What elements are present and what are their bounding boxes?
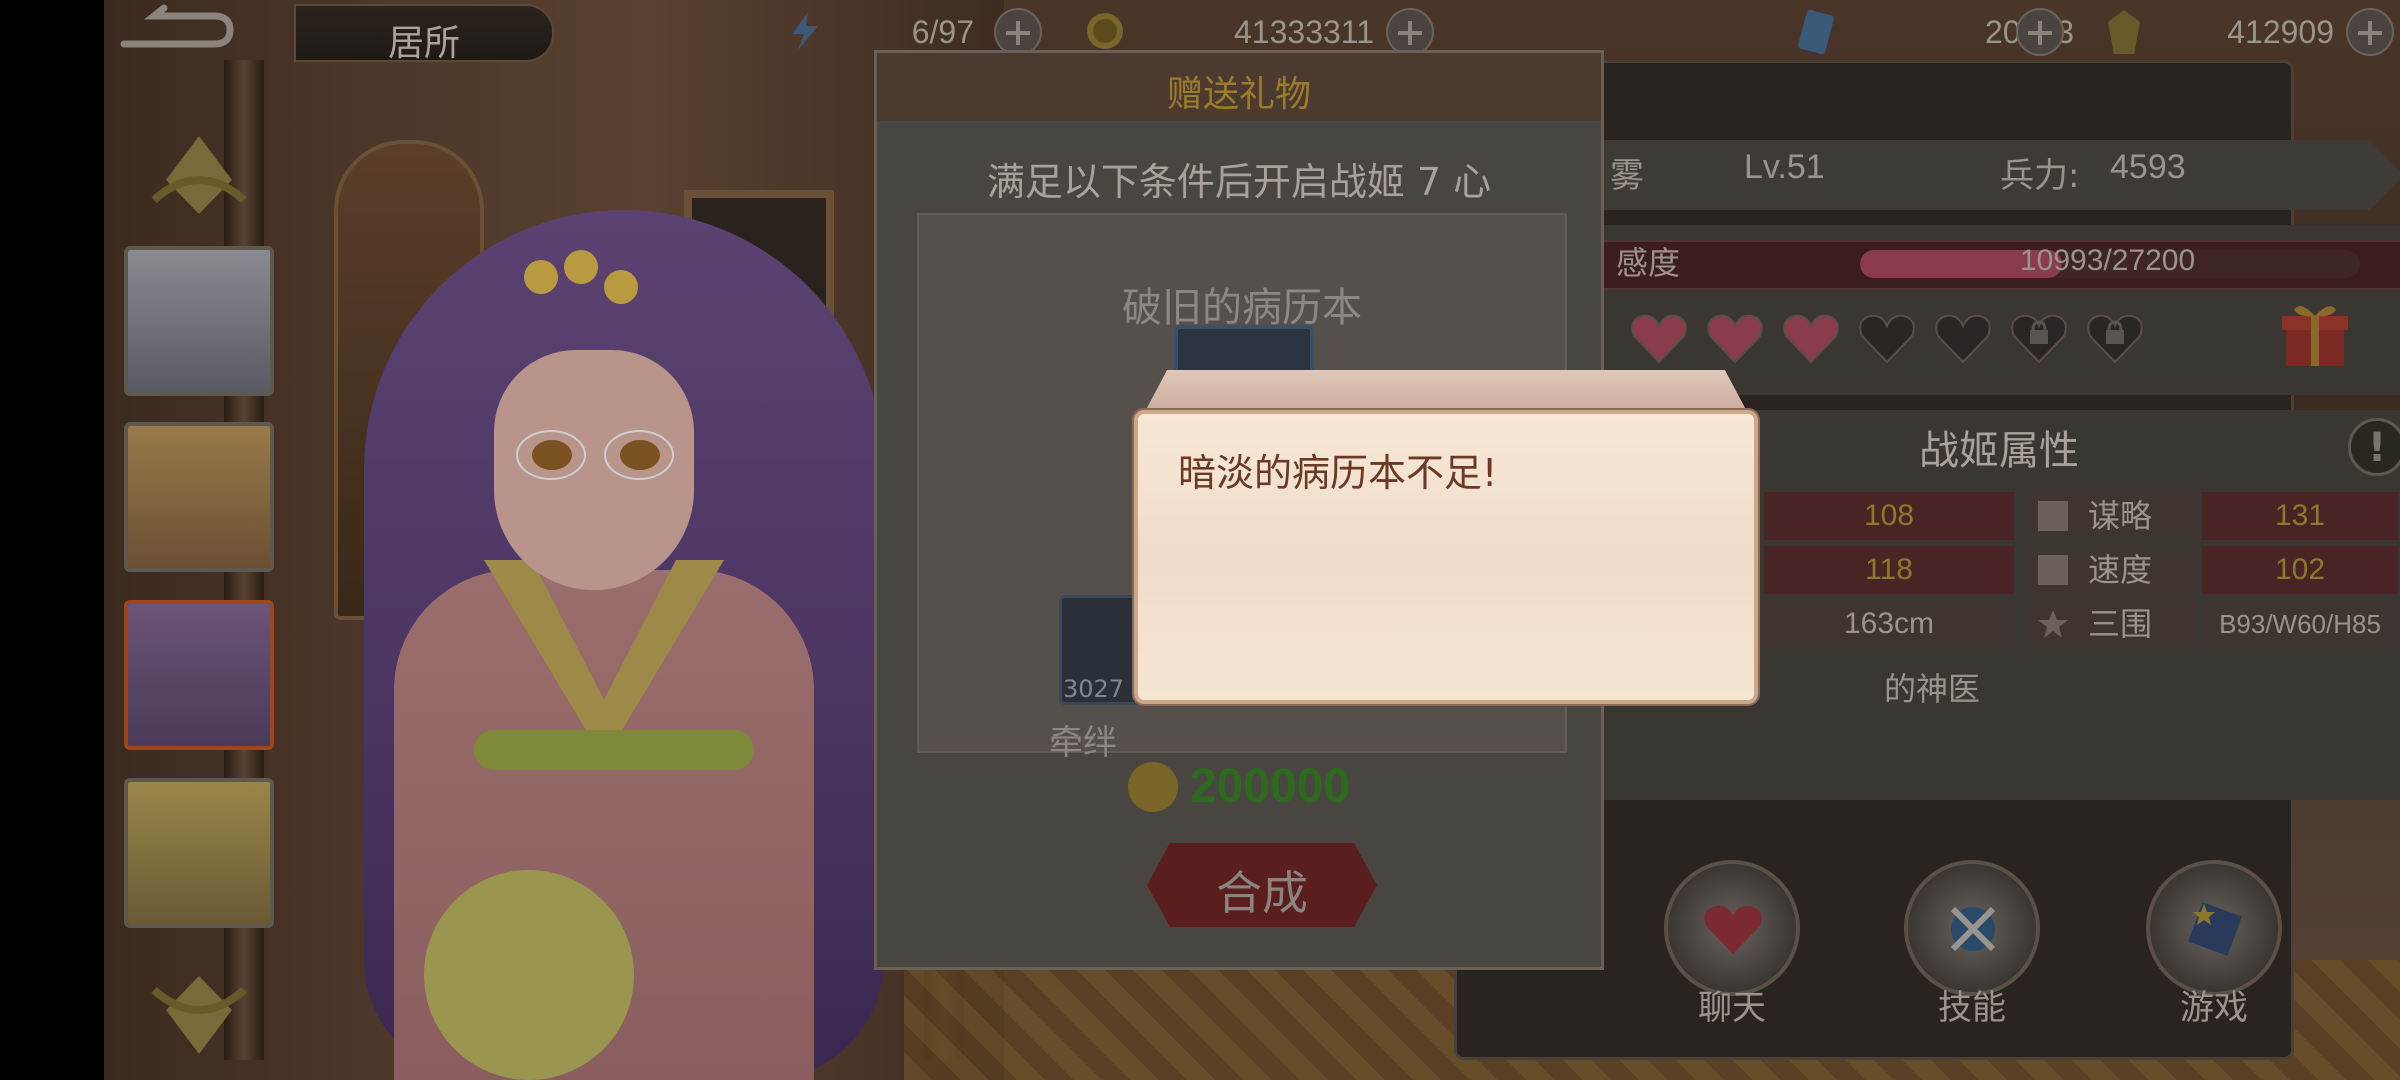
back-button[interactable] <box>114 4 234 60</box>
toast-message: 暗淡的病历本不足! <box>1178 451 1498 495</box>
portrait-image <box>128 426 270 568</box>
hair-flower <box>564 250 598 284</box>
game-icon <box>2188 902 2242 956</box>
game-screen: 居所 6/97 41333311 20043 412909 <box>104 0 2400 1080</box>
cost-amount: 200000 <box>1189 760 1351 813</box>
skill-icon <box>1950 906 1996 952</box>
scroll-up-arrow-icon[interactable] <box>144 130 254 220</box>
unlock-condition-text: 满足以下条件后开启战姬 7 心 <box>986 160 1492 204</box>
strategy-label: 谋略 <box>2088 497 2153 535</box>
glasses-lens <box>516 430 586 480</box>
chat-heart-icon <box>1704 905 1762 954</box>
coin-value: 41333311 <box>1234 14 1374 50</box>
heart-locked-icon <box>2011 314 2067 364</box>
gift-box-icon[interactable] <box>2280 300 2350 370</box>
heart-filled-icon <box>1631 314 1687 364</box>
height-value: 163cm <box>1764 600 2014 648</box>
measurements-label: 三围 <box>2088 605 2153 643</box>
page-title: 居所 <box>387 23 460 64</box>
character-portrait[interactable] <box>124 246 274 396</box>
synthesis-cost: 200000 <box>877 759 1601 814</box>
character-illustration[interactable] <box>304 190 924 1080</box>
flower-basket <box>424 870 634 1080</box>
character-ribbon <box>474 730 754 770</box>
portrait-image <box>128 782 270 924</box>
coin-icon <box>1127 761 1178 812</box>
material-name: 牵绊 <box>1049 723 1117 763</box>
strategy-label-cell: 谋略 <box>2028 492 2198 540</box>
measurements-value: B93/W60/H85 <box>2202 600 2398 648</box>
power-label: 兵力: <box>2000 156 2080 196</box>
add-coin-button[interactable] <box>1386 8 1434 56</box>
chat-label: 聊天 <box>1698 988 1766 1028</box>
skill-button[interactable] <box>1904 860 2040 996</box>
strategy-value: 131 <box>2202 492 2398 540</box>
synthesize-label: 合成 <box>1216 866 1308 920</box>
stamina-value: 6/97 <box>911 14 974 50</box>
character-sidebar <box>104 80 304 1080</box>
synthesize-button[interactable]: 合成 <box>1147 843 1377 927</box>
affection-label: 感度 <box>1616 244 1681 282</box>
toast-body: 暗淡的病历本不足! <box>1134 410 1758 704</box>
game-label: 游戏 <box>2180 988 2248 1028</box>
attribute-value: 118 <box>1764 546 2014 594</box>
heart-empty-icon <box>1935 314 1991 364</box>
heart-filled-icon <box>1707 314 1763 364</box>
attribute-value: 108 <box>1764 492 2014 540</box>
star-icon <box>2038 610 2068 638</box>
affection-value: 10993/27200 <box>2020 244 2196 277</box>
portrait-image <box>128 250 270 392</box>
insufficient-item-toast[interactable]: 暗淡的病历本不足! <box>1114 370 1778 708</box>
strategy-icon <box>2038 501 2068 531</box>
chat-button[interactable] <box>1664 860 1800 996</box>
character-portrait-selected[interactable] <box>124 600 274 750</box>
heart-locked-icon <box>2087 314 2143 364</box>
measurements-label-cell: 三围 <box>2028 600 2198 648</box>
speed-icon <box>2038 555 2068 585</box>
coin-resource: 41333311 <box>1084 6 1484 56</box>
glasses-lens <box>604 430 674 480</box>
heart-empty-icon <box>1859 314 1915 364</box>
character-portrait[interactable] <box>124 778 274 928</box>
exclamation-icon: ! <box>2367 425 2387 471</box>
lightning-icon <box>792 12 818 50</box>
gem-icon <box>2108 10 2140 54</box>
add-gem-button[interactable] <box>2346 8 2394 56</box>
info-button[interactable]: ! <box>2348 418 2400 476</box>
gift-dialog-title: 赠送礼物 <box>1166 74 1311 115</box>
power-value: 4593 <box>2110 148 2186 186</box>
hair-flower <box>604 270 638 304</box>
attributes-title: 战姬属性 <box>1919 428 2079 474</box>
hair-flower <box>524 260 558 294</box>
scroll-down-arrow-icon[interactable] <box>144 970 254 1060</box>
level-text: Lv.51 <box>1744 148 1825 186</box>
gift-dialog-header: 赠送礼物 <box>877 53 1601 121</box>
skill-label: 技能 <box>1938 988 2006 1028</box>
character-portrait[interactable] <box>124 422 274 572</box>
location-title-plate: 居所 <box>294 4 554 64</box>
character-title-fragment: 的神医 <box>1884 670 1981 708</box>
crystal-icon <box>1798 9 1834 55</box>
game-button[interactable] <box>2146 860 2282 996</box>
portrait-image <box>128 604 270 746</box>
coin-icon <box>1087 13 1123 49</box>
speed-label: 速度 <box>2088 551 2153 589</box>
add-stamina-button[interactable] <box>994 8 1042 56</box>
name-level-bar <box>1544 140 2400 210</box>
add-crystal-button[interactable] <box>2016 8 2064 56</box>
character-name-fragment: 雾 <box>1610 156 1644 196</box>
back-arrow-icon <box>120 4 234 48</box>
speed-value: 102 <box>2202 546 2398 594</box>
stamina-resource: 6/97 <box>784 6 1084 56</box>
speed-label-cell: 速度 <box>2028 546 2198 594</box>
heart-filled-icon <box>1783 314 1839 364</box>
gem-value: 412909 <box>2227 14 2334 50</box>
